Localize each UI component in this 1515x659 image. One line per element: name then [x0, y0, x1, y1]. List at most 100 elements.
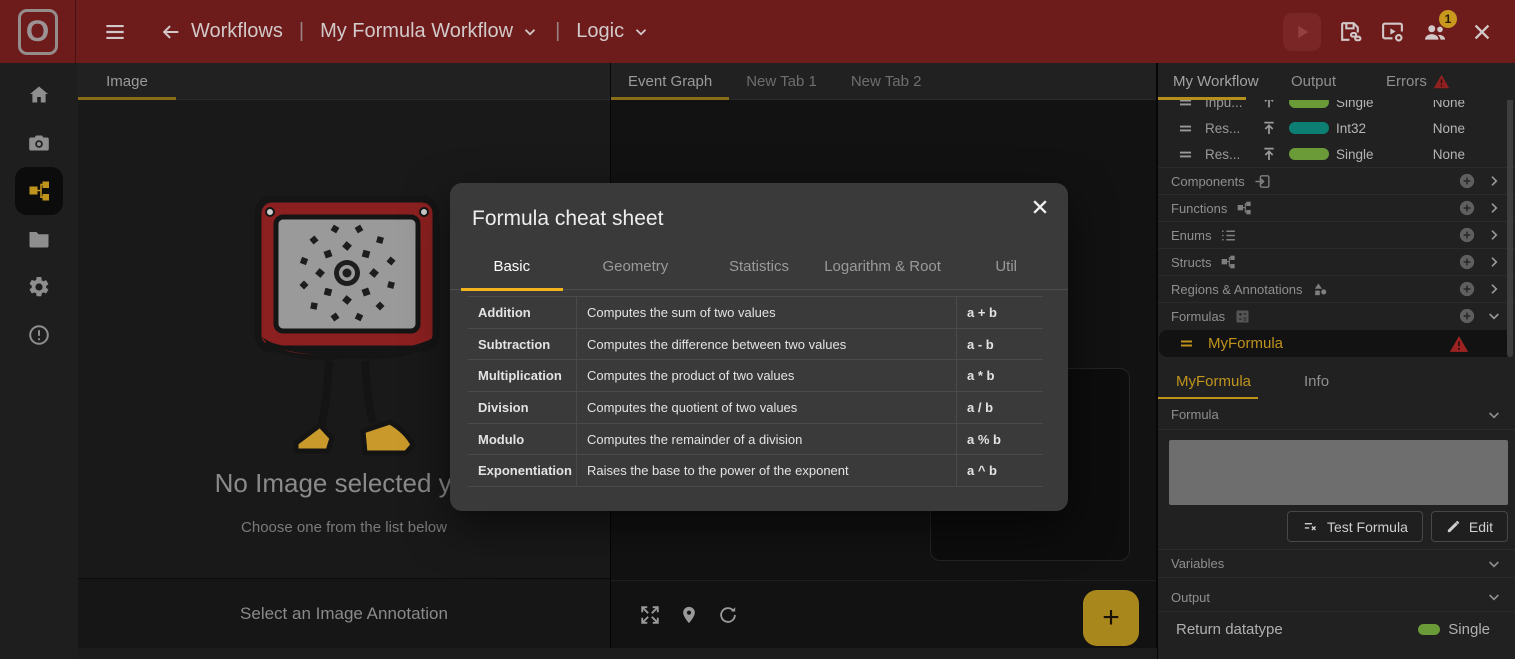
app-logo: O — [0, 0, 76, 63]
drag-handle-icon — [1177, 334, 1196, 353]
breadcrumb-separator: | — [299, 20, 304, 43]
back-arrow-icon — [160, 21, 182, 43]
dialog-close-button[interactable] — [1026, 193, 1054, 221]
app-header: O Workflows | My Formula Workflow | Logi… — [0, 0, 1515, 63]
add-component-button[interactable] — [1458, 172, 1476, 190]
tab-basic[interactable]: Basic — [450, 243, 574, 289]
tab-my-workflow[interactable]: My Workflow — [1158, 73, 1291, 90]
return-datatype-row: Return datatype Single — [1158, 615, 1515, 643]
location-pin-icon — [679, 604, 699, 626]
tab-statistics[interactable]: Statistics — [697, 243, 821, 289]
sidebar-item-settings[interactable] — [15, 263, 63, 311]
add-formula-button[interactable] — [1458, 307, 1476, 325]
expand-enums-button[interactable] — [1486, 227, 1502, 243]
expand-components-button[interactable] — [1486, 173, 1502, 189]
section-functions[interactable]: Functions — [1158, 194, 1515, 221]
image-annotation-footer[interactable]: Select an Image Annotation — [78, 578, 610, 648]
warning-triangle-icon — [1449, 335, 1469, 353]
breadcrumb-workflows: Workflows — [191, 20, 283, 43]
active-tab-underline — [1158, 397, 1258, 400]
variables-section-header[interactable]: Variables — [1158, 549, 1515, 578]
close-workflow-button[interactable] — [1471, 21, 1493, 43]
drag-handle-icon — [1176, 100, 1195, 112]
plus-circle-icon — [1458, 280, 1476, 298]
collapse-formulas-button[interactable] — [1486, 308, 1502, 324]
io-value: None — [1433, 100, 1465, 110]
datatype-pill — [1418, 624, 1440, 635]
add-region-button[interactable] — [1458, 280, 1476, 298]
add-struct-button[interactable] — [1458, 253, 1476, 271]
section-regions-annotations[interactable]: Regions & Annotations — [1158, 275, 1515, 302]
context-dropdown[interactable]: Logic — [576, 20, 650, 43]
refresh-icon — [717, 604, 739, 626]
fit-view-button[interactable] — [639, 604, 661, 626]
back-button[interactable]: Workflows — [160, 20, 283, 43]
add-enum-button[interactable] — [1458, 226, 1476, 244]
formulas-icon — [1234, 308, 1251, 325]
expand-structs-button[interactable] — [1486, 254, 1502, 270]
locate-button[interactable] — [679, 604, 699, 626]
io-row-result[interactable]: Res... Single None — [1158, 141, 1515, 167]
tab-image[interactable]: Image — [78, 63, 176, 99]
chevron-right-icon — [1486, 173, 1502, 189]
plus-circle-icon — [1458, 199, 1476, 217]
tab-logarithm-root[interactable]: Logarithm & Root — [821, 243, 945, 289]
shapes-icon — [1312, 281, 1329, 298]
chevron-down-icon — [521, 23, 539, 41]
expand-regions-button[interactable] — [1486, 281, 1502, 297]
collaborators-button[interactable]: 1 — [1422, 19, 1448, 45]
add-node-button[interactable]: + — [1083, 590, 1139, 646]
table-row: Multiplication Computes the product of t… — [468, 360, 1043, 392]
refresh-button[interactable] — [717, 604, 739, 626]
workflow-icon — [1220, 254, 1236, 270]
table-row: Addition Computes the sum of two values … — [468, 297, 1043, 329]
table-row: Division Computes the quotient of two va… — [468, 392, 1043, 424]
tab-errors[interactable]: Errors — [1386, 73, 1450, 90]
save-link-button[interactable] — [1338, 19, 1363, 44]
workflow-title-dropdown[interactable]: My Formula Workflow — [320, 20, 539, 43]
close-icon — [1030, 197, 1050, 217]
expand-functions-button[interactable] — [1486, 200, 1502, 216]
tab-new-tab-2[interactable]: New Tab 2 — [834, 63, 939, 99]
run-workflow-button[interactable] — [1283, 13, 1321, 51]
io-row-result[interactable]: Res... Int32 None — [1158, 115, 1515, 141]
sidebar-item-home[interactable] — [15, 71, 63, 119]
test-formula-button[interactable]: Test Formula — [1287, 511, 1423, 542]
tab-info[interactable]: Info — [1304, 373, 1329, 390]
output-section-header[interactable]: Output — [1158, 583, 1515, 612]
sidebar-item-files[interactable] — [15, 215, 63, 263]
empty-state-subtitle: Choose one from the list below — [78, 519, 610, 536]
section-structs[interactable]: Structs — [1158, 248, 1515, 275]
section-components[interactable]: Components — [1158, 167, 1515, 194]
formula-section-header[interactable]: Formula — [1158, 400, 1515, 430]
tab-geometry[interactable]: Geometry — [574, 243, 698, 289]
pencil-icon — [1446, 519, 1461, 534]
tab-util[interactable]: Util — [944, 243, 1068, 289]
io-row-input[interactable]: Inpu... Single None — [1158, 100, 1515, 115]
preview-settings-button[interactable] — [1380, 19, 1405, 44]
chevron-right-icon — [1486, 254, 1502, 270]
context-title: Logic — [576, 20, 624, 43]
section-formulas[interactable]: Formulas — [1158, 302, 1515, 329]
play-icon — [1291, 21, 1313, 43]
io-value: None — [1433, 147, 1465, 162]
formula-list-item-myformula[interactable]: MyFormula — [1159, 330, 1513, 357]
formula-detail-tabbar: MyFormula Info — [1158, 359, 1515, 399]
tab-event-graph[interactable]: Event Graph — [611, 63, 729, 99]
hamburger-menu-button[interactable] — [102, 19, 128, 45]
workflow-icon — [27, 179, 51, 203]
panel-scrollbar[interactable] — [1507, 95, 1513, 357]
sidebar-item-camera[interactable] — [15, 119, 63, 167]
sidebar-item-alerts[interactable] — [15, 311, 63, 359]
formula-preview-area — [1169, 440, 1508, 505]
workflow-panel: My Workflow Output Errors Inpu... — [1157, 63, 1515, 659]
tab-myformula[interactable]: MyFormula — [1176, 373, 1251, 390]
edit-formula-button[interactable]: Edit — [1431, 511, 1508, 542]
section-enums[interactable]: Enums — [1158, 221, 1515, 248]
add-function-button[interactable] — [1458, 199, 1476, 217]
tab-output[interactable]: Output — [1291, 73, 1336, 90]
chevron-down-icon — [1486, 589, 1502, 605]
tab-new-tab-1[interactable]: New Tab 1 — [729, 63, 834, 99]
sidebar-item-workflows[interactable] — [15, 167, 63, 215]
camera-icon — [27, 131, 51, 155]
